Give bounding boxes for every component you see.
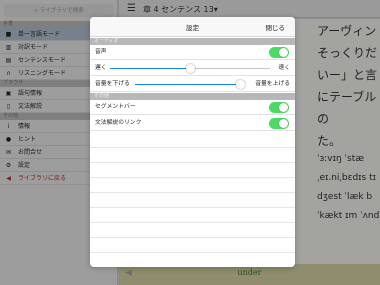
segment-bar-label: セグメントバー: [95, 104, 136, 110]
speed-slider[interactable]: [110, 64, 270, 73]
close-button[interactable]: 閉じる: [266, 22, 286, 32]
sound-row: 音声: [90, 45, 295, 60]
volume-slider[interactable]: [135, 80, 245, 89]
divider: [90, 147, 295, 148]
speed-row: 遅く 速く: [90, 61, 295, 76]
settings-dialog: 設定 閉じる オーディオ 音声 遅く 速く 音量を下げる 音量を上げる その他 …: [90, 17, 295, 267]
volume-row: 音量を下げる 音量を上げる: [90, 77, 295, 92]
toggle-knob: [279, 48, 288, 57]
speed-fast-label: 速く: [278, 65, 290, 71]
volume-down-label: 音量を下げる: [95, 81, 130, 87]
sound-toggle[interactable]: [269, 47, 289, 58]
volume-slider-knob[interactable]: [235, 80, 245, 89]
segment-bar-toggle[interactable]: [269, 102, 289, 113]
section-other: その他: [90, 93, 295, 100]
volume-up-label: 音量を上げる: [255, 81, 290, 87]
grammar-link-row: 文法解説のリンク: [90, 116, 295, 131]
section-audio: オーディオ: [90, 38, 295, 45]
divider: [90, 192, 295, 193]
speed-slider-fill: [110, 68, 190, 69]
segment-bar-row: セグメントバー: [90, 100, 295, 115]
divider: [90, 207, 295, 208]
divider: [90, 177, 295, 178]
dialog-header: 設定 閉じる: [90, 17, 295, 37]
divider: [90, 162, 295, 163]
speed-slider-knob[interactable]: [185, 64, 195, 73]
divider: [90, 237, 295, 238]
divider: [90, 252, 295, 253]
divider: [90, 222, 295, 223]
sound-label: 音声: [95, 49, 107, 55]
volume-slider-fill: [135, 84, 240, 85]
speed-slow-label: 遅く: [95, 65, 107, 71]
toggle-knob: [279, 103, 288, 112]
grammar-link-toggle[interactable]: [269, 118, 289, 129]
toggle-knob: [279, 119, 288, 128]
grammar-link-label: 文法解説のリンク: [95, 120, 142, 126]
dialog-title: 設定: [186, 24, 199, 32]
